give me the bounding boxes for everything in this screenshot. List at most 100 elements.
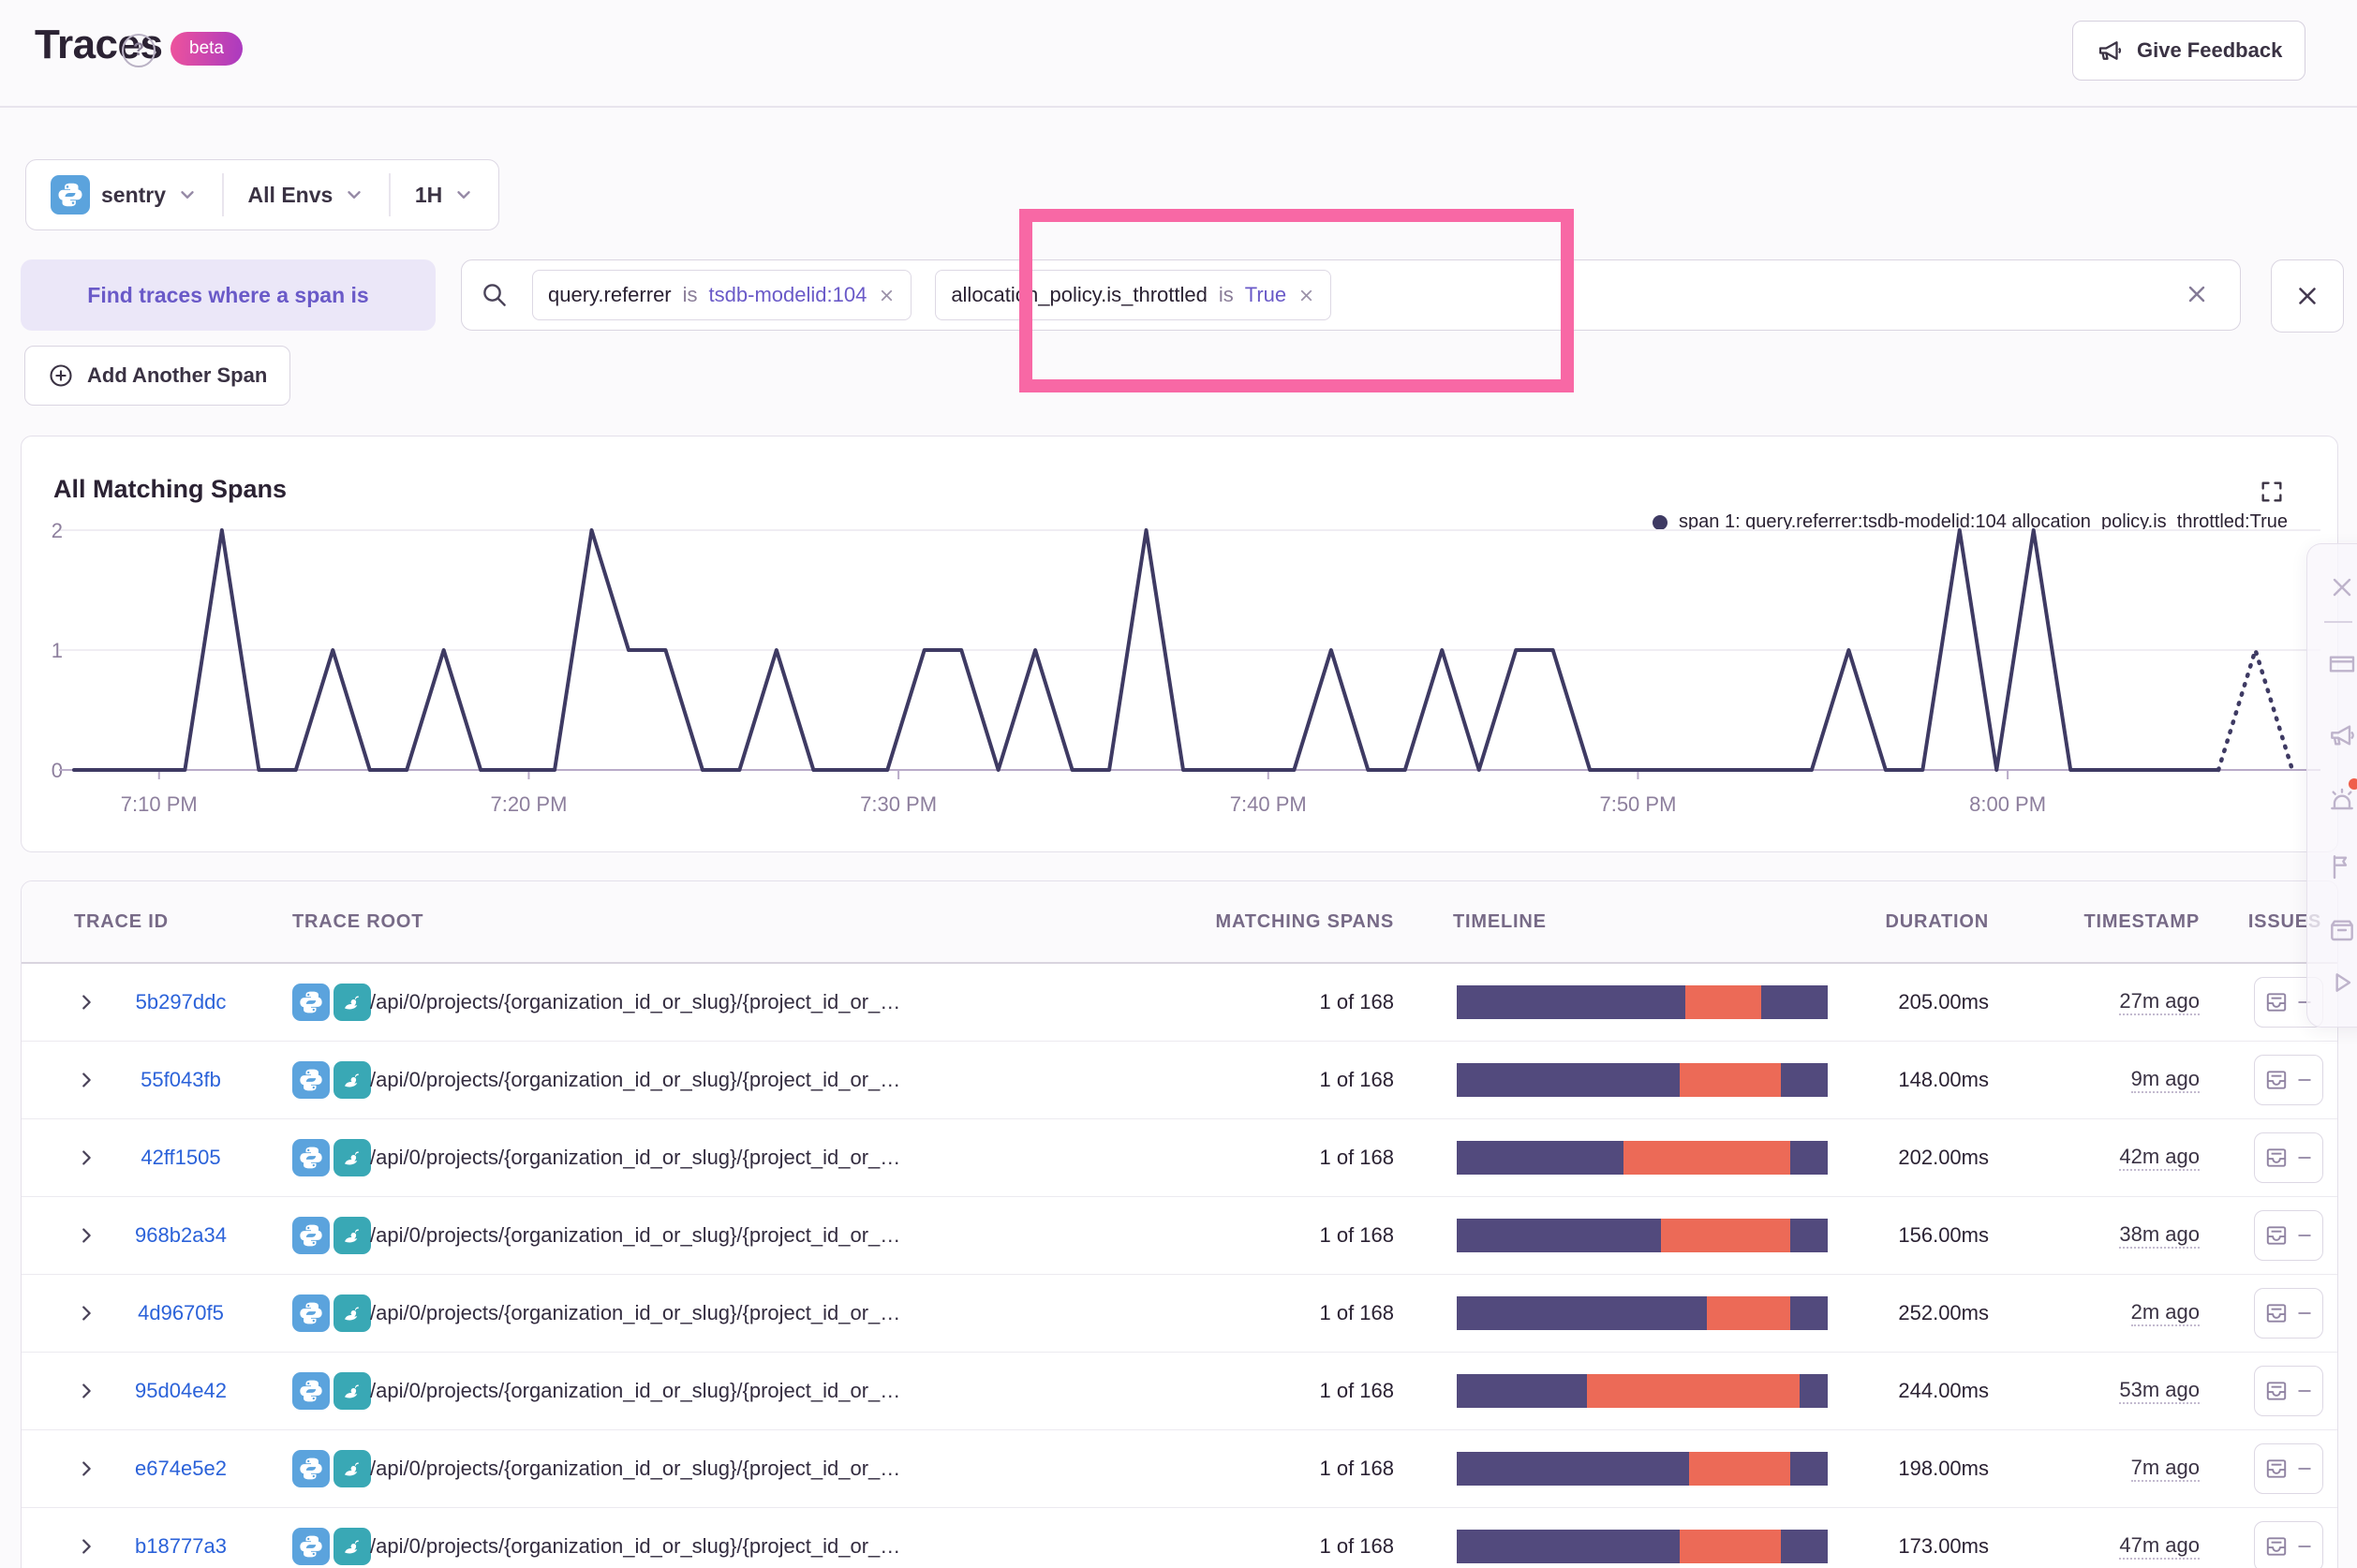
python-project-icon <box>51 175 90 214</box>
column-header-timestamp[interactable]: TIMESTAMP <box>2012 881 2200 962</box>
matching-spans-count: 1 of 168 <box>1113 1197 1394 1274</box>
issues-button[interactable] <box>2254 1366 2323 1416</box>
python-project-icon <box>292 1061 330 1099</box>
trace-id-link[interactable]: 5b297ddc <box>111 964 251 1041</box>
issues-button[interactable] <box>2254 1288 2323 1339</box>
timestamp-value[interactable]: 9m ago <box>2131 1067 2200 1093</box>
trace-id-link[interactable]: 95d04e42 <box>111 1353 251 1429</box>
filter-divider <box>389 173 391 216</box>
column-header-trace-id[interactable]: TRACE ID <box>74 881 169 962</box>
bird-project-icon <box>334 1528 371 1565</box>
issues-icon <box>2264 1223 2289 1248</box>
siren-icon[interactable] <box>2327 786 2357 816</box>
table-header-row: TRACE ID TRACE ROOT MATCHING SPANS TIMEL… <box>22 881 2337 964</box>
trace-id-link[interactable]: b18777a3 <box>111 1508 251 1568</box>
timeline-bar[interactable] <box>1457 1530 1828 1563</box>
timeline-bar[interactable] <box>1457 1452 1828 1486</box>
span-search-bar[interactable]: query.referreristsdb-modelid:104 allocati… <box>461 259 2241 331</box>
fullscreen-icon[interactable] <box>2259 479 2285 505</box>
timestamp-value[interactable]: 27m ago <box>2119 989 2200 1015</box>
issues-button[interactable] <box>2254 1443 2323 1494</box>
table-row: e674e5e2 /api/0/projects/{organization_i… <box>22 1430 2337 1508</box>
duration-value: 173.00ms <box>1801 1508 1989 1568</box>
issues-button[interactable] <box>2254 1055 2323 1105</box>
x-axis-tick-label: 7:20 PM <box>490 792 567 816</box>
matching-spans-chart-card: All Matching Spans span 1: query.referre… <box>21 436 2338 852</box>
megaphone-icon[interactable] <box>2327 720 2357 750</box>
timeline-segment-red <box>1707 1296 1790 1330</box>
expand-row-chevron-icon[interactable] <box>76 1508 104 1568</box>
timeline-bar[interactable] <box>1457 985 1828 1019</box>
timeline-bar[interactable] <box>1457 1296 1828 1330</box>
timestamp-value[interactable]: 47m ago <box>2119 1533 2200 1560</box>
close-span-filter-button[interactable] <box>2271 259 2344 333</box>
trace-root-project-icons <box>292 1430 377 1507</box>
duration-value: 252.00ms <box>1801 1275 1989 1352</box>
issues-icon <box>2264 1301 2289 1325</box>
column-header-timeline[interactable]: TIMELINE <box>1453 881 1547 962</box>
timeline-segment-red <box>1685 985 1761 1019</box>
trace-root-project-icons <box>292 1275 377 1352</box>
issues-button[interactable] <box>2254 1521 2323 1568</box>
expand-row-chevron-icon[interactable] <box>76 1119 104 1196</box>
minus-icon <box>2295 1537 2314 1556</box>
column-header-trace-root[interactable]: TRACE ROOT <box>292 881 423 962</box>
flag-icon[interactable] <box>2327 851 2357 881</box>
remove-chip-icon[interactable] <box>1297 287 1315 304</box>
timeline-bar[interactable] <box>1457 1141 1828 1175</box>
inbox-icon[interactable] <box>2327 915 2357 945</box>
column-header-duration[interactable]: DURATION <box>1801 881 1989 962</box>
trace-id-link[interactable]: 4d9670f5 <box>111 1275 251 1352</box>
expand-row-chevron-icon[interactable] <box>76 1353 104 1429</box>
environment-selector[interactable]: All Envs <box>248 183 365 208</box>
timeline-segment-red <box>1661 1219 1791 1252</box>
filter-chip[interactable]: allocation_policy.is_throttledisTrue <box>935 270 1331 320</box>
remove-chip-icon[interactable] <box>878 287 896 304</box>
trace-id-link[interactable]: e674e5e2 <box>111 1430 251 1507</box>
timeline-segment-purple <box>1457 1452 1689 1486</box>
timestamp-value[interactable]: 42m ago <box>2119 1145 2200 1171</box>
matching-spans-count: 1 of 168 <box>1113 964 1394 1041</box>
duration-value: 244.00ms <box>1801 1353 1989 1429</box>
timestamp-value[interactable]: 53m ago <box>2119 1378 2200 1404</box>
timestamp-value[interactable]: 38m ago <box>2119 1222 2200 1249</box>
expand-row-chevron-icon[interactable] <box>76 1197 104 1274</box>
give-feedback-button[interactable]: Give Feedback <box>2072 21 2305 81</box>
timeline-segment-purple <box>1457 1063 1680 1097</box>
credit-card-icon[interactable] <box>2327 649 2357 679</box>
close-icon[interactable] <box>2327 572 2357 602</box>
timeline-bar[interactable] <box>1457 1063 1828 1097</box>
table-row: 42ff1505 /api/0/projects/{organization_i… <box>22 1119 2337 1197</box>
traces-table: TRACE ID TRACE ROOT MATCHING SPANS TIMEL… <box>21 880 2338 1568</box>
clear-search-icon[interactable] <box>2184 281 2210 307</box>
trace-id-link[interactable]: 42ff1505 <box>111 1119 251 1196</box>
project-selector[interactable]: sentry <box>51 175 198 214</box>
timestamp-value[interactable]: 7m ago <box>2131 1456 2200 1482</box>
bird-project-icon <box>334 1061 371 1099</box>
timestamp-value[interactable]: 2m ago <box>2131 1300 2200 1326</box>
time-period-selector[interactable]: 1H <box>415 183 474 208</box>
timeline-segment-purple <box>1457 985 1685 1019</box>
matching-spans-count: 1 of 168 <box>1113 1508 1394 1568</box>
expand-row-chevron-icon[interactable] <box>76 1042 104 1118</box>
table-row: 4d9670f5 /api/0/projects/{organization_i… <box>22 1275 2337 1353</box>
trace-id-link[interactable]: 968b2a34 <box>111 1197 251 1274</box>
python-project-icon <box>292 1450 330 1487</box>
trace-id-link[interactable]: 55f043fb <box>111 1042 251 1118</box>
x-axis-tick-label: 7:10 PM <box>121 792 198 816</box>
timeline-segment-red <box>1689 1452 1791 1486</box>
column-header-matching-spans[interactable]: MATCHING SPANS <box>1113 881 1394 962</box>
table-body: 5b297ddc /api/0/projects/{organization_i… <box>22 964 2337 1568</box>
filter-chip[interactable]: query.referreristsdb-modelid:104 <box>532 270 912 320</box>
expand-row-chevron-icon[interactable] <box>76 1275 104 1352</box>
add-another-span-button[interactable]: Add Another Span <box>24 346 290 406</box>
issues-button[interactable] <box>2254 1132 2323 1183</box>
timeline-bar[interactable] <box>1457 1374 1828 1408</box>
play-icon[interactable] <box>2327 968 2357 998</box>
expand-row-chevron-icon[interactable] <box>76 1430 104 1507</box>
chip-k: allocation_policy.is_throttled <box>951 283 1208 307</box>
timeline-bar[interactable] <box>1457 1219 1828 1252</box>
expand-row-chevron-icon[interactable] <box>76 964 104 1041</box>
help-icon[interactable]: ? <box>122 34 156 67</box>
issues-button[interactable] <box>2254 1210 2323 1261</box>
